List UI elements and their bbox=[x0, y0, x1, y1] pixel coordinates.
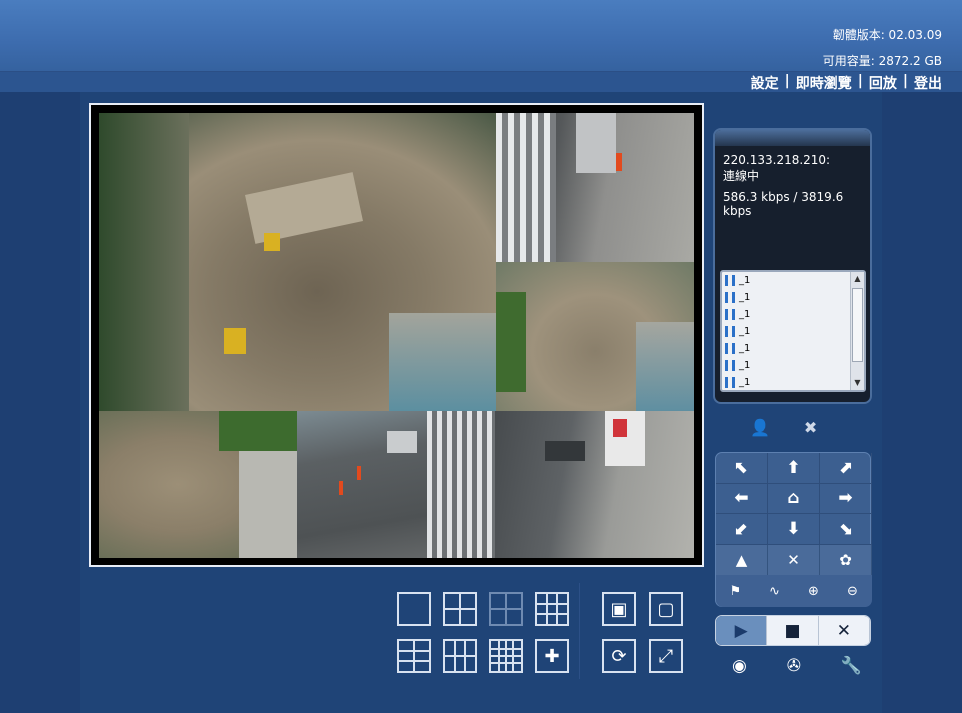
film-reel-icon[interactable]: ✇ bbox=[787, 656, 801, 676]
ptz-up-right-icon[interactable]: ⬈ bbox=[820, 453, 872, 484]
ptz-up-icon[interactable]: ⬆ bbox=[768, 453, 820, 484]
layout-9-button[interactable] bbox=[535, 592, 569, 626]
server-ip: 220.133.218.210: bbox=[723, 153, 831, 167]
preset-icon[interactable]: ⚑ bbox=[716, 575, 755, 607]
close-icon[interactable]: ✕ bbox=[818, 616, 870, 645]
available-capacity: 可用容量: 2872.2 GB bbox=[822, 54, 942, 68]
channel-item[interactable]: _1 bbox=[722, 374, 864, 391]
scroll-down-icon[interactable]: ▼ bbox=[851, 376, 864, 390]
playback-controls: ▶ ■ ✕ bbox=[715, 615, 871, 646]
nav-separator: | bbox=[857, 73, 863, 89]
channel-label: _1 bbox=[739, 360, 751, 371]
camera-view-6[interactable] bbox=[495, 411, 694, 558]
channel-item[interactable]: _1 bbox=[722, 306, 864, 323]
macro-focus-icon[interactable]: ✿ bbox=[820, 545, 872, 575]
camera-view-5[interactable] bbox=[297, 411, 495, 558]
layout-border-button[interactable]: ▢ bbox=[649, 592, 683, 626]
channel-label: _1 bbox=[739, 309, 751, 320]
add-view-button[interactable]: ✚ bbox=[535, 639, 569, 673]
channel-icon bbox=[725, 377, 735, 388]
channel-label: _1 bbox=[739, 275, 751, 286]
scroll-thumb[interactable] bbox=[852, 288, 863, 362]
landscape-focus-icon[interactable]: ▲ bbox=[716, 545, 768, 575]
channel-item[interactable]: _1 bbox=[722, 289, 864, 306]
nav-live-view[interactable]: 即時瀏覽 bbox=[796, 73, 852, 93]
ptz-control: ⬉ ⬆ ⬈ ⬅ ⌂ ➡ ⬋ ⬇ ⬊ ▲ ✕ ✿ ⚑ ∿ ⊕ ⊖ bbox=[715, 452, 872, 607]
ptz-down-left-icon[interactable]: ⬋ bbox=[716, 514, 768, 545]
camera-view-2[interactable] bbox=[496, 113, 694, 262]
nav-logout[interactable]: 登出 bbox=[914, 73, 942, 93]
connection-state: 連線中 bbox=[723, 169, 760, 183]
nav-settings[interactable]: 設定 bbox=[751, 73, 779, 93]
layout-1-button[interactable] bbox=[397, 592, 431, 626]
ptz-right-icon[interactable]: ➡ bbox=[820, 483, 872, 515]
layout-16-button[interactable] bbox=[489, 639, 523, 673]
layout-frame-button[interactable]: ▣ bbox=[602, 592, 636, 626]
layout-buttons: ✚ bbox=[380, 583, 580, 679]
ptz-down-right-icon[interactable]: ⬊ bbox=[820, 514, 872, 545]
zoom-in-icon[interactable]: ⊕ bbox=[794, 575, 833, 607]
tool-icons: ◉ ✇ 🔧 bbox=[732, 656, 862, 676]
channel-item[interactable]: _1 bbox=[722, 272, 864, 289]
wrench-icon[interactable]: 🔧 bbox=[841, 656, 862, 676]
ptz-up-left-icon[interactable]: ⬉ bbox=[716, 453, 768, 484]
top-nav: 設定 | 即時瀏覽 | 回放 | 登出 bbox=[751, 73, 942, 93]
channel-icon bbox=[725, 309, 735, 320]
channel-list-scrollbar[interactable]: ▲ ▼ bbox=[850, 272, 864, 390]
scroll-up-icon[interactable]: ▲ bbox=[851, 272, 864, 286]
firmware-version: 韌體版本: 02.03.09 bbox=[832, 28, 942, 42]
channel-label: _1 bbox=[739, 343, 751, 354]
channel-label: _1 bbox=[739, 326, 751, 337]
channel-icon bbox=[725, 275, 735, 286]
ptz-left-icon[interactable]: ⬅ bbox=[716, 483, 768, 515]
channel-list[interactable]: _1 _1 _1 _1 _1 _1 _1 ▲ ▼ bbox=[720, 270, 866, 392]
channel-icon bbox=[725, 292, 735, 303]
fullscreen-button[interactable]: ⤢ bbox=[649, 639, 683, 673]
channel-icon bbox=[725, 326, 735, 337]
user-disconnect-icon[interactable]: ✖ bbox=[804, 418, 817, 437]
layout-13-button[interactable] bbox=[443, 639, 477, 673]
channel-item[interactable]: _1 bbox=[722, 340, 864, 357]
nav-separator: | bbox=[902, 73, 908, 89]
server-address: 220.133.218.210: 連線中 bbox=[723, 152, 830, 184]
video-grid bbox=[89, 103, 704, 567]
ptz-home-icon[interactable]: ⌂ bbox=[768, 483, 820, 515]
status-panel-header bbox=[715, 130, 870, 146]
focus-auto-icon[interactable]: ✕ bbox=[768, 545, 820, 575]
camera-view-1[interactable] bbox=[99, 113, 496, 411]
channel-label: _1 bbox=[739, 377, 751, 388]
channel-icon bbox=[725, 360, 735, 371]
ptz-down-icon[interactable]: ⬇ bbox=[768, 514, 820, 545]
user-actions: 👤 ✖ bbox=[750, 418, 817, 437]
connection-status-panel: 220.133.218.210: 連線中 586.3 kbps / 3819.6… bbox=[713, 128, 872, 404]
auto-rotate-button[interactable]: ⟳ bbox=[602, 639, 636, 673]
bitrate: 586.3 kbps / 3819.6 kbps bbox=[723, 190, 844, 218]
zoom-out-icon[interactable]: ⊖ bbox=[833, 575, 872, 607]
layout-10-button[interactable] bbox=[397, 639, 431, 673]
record-icon[interactable]: ◉ bbox=[732, 656, 747, 676]
stop-icon[interactable]: ■ bbox=[767, 616, 819, 645]
nav-separator: | bbox=[784, 73, 790, 89]
play-icon[interactable]: ▶ bbox=[716, 616, 768, 645]
header: 韌體版本: 02.03.09 可用容量: 2872.2 GB bbox=[0, 0, 962, 72]
channel-label: _1 bbox=[739, 292, 751, 303]
layout-6-button[interactable] bbox=[489, 592, 523, 626]
nav-playback[interactable]: 回放 bbox=[869, 73, 897, 93]
channel-item[interactable]: _1 bbox=[722, 357, 864, 374]
channel-item[interactable]: _1 bbox=[722, 323, 864, 340]
layout-4-button[interactable] bbox=[443, 592, 477, 626]
patrol-icon[interactable]: ∿ bbox=[755, 575, 794, 607]
user-connect-icon[interactable]: 👤 bbox=[750, 418, 770, 437]
camera-view-3[interactable] bbox=[496, 262, 694, 411]
camera-view-4[interactable] bbox=[99, 411, 297, 558]
channel-icon bbox=[725, 343, 735, 354]
